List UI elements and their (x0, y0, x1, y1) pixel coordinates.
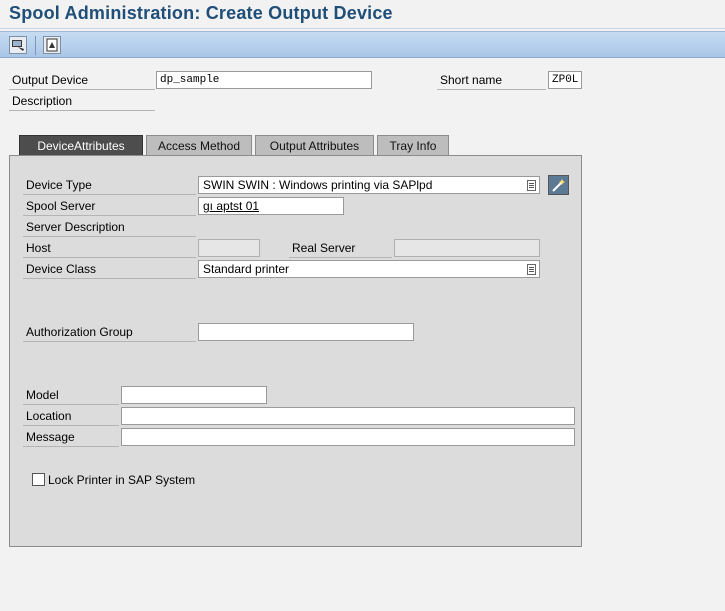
host-field (198, 239, 260, 257)
host-label: Host (23, 241, 196, 258)
real-server-field (394, 239, 540, 257)
page-title: Spool Administration: Create Output Devi… (9, 3, 393, 23)
tab-access-method[interactable]: Access Method (146, 135, 252, 156)
short-name-field[interactable]: ZP0L (548, 71, 582, 89)
tab-tray-info[interactable]: Tray Info (377, 135, 449, 156)
description-label: Description (9, 94, 155, 111)
tab-output-attributes[interactable]: Output Attributes (255, 135, 374, 156)
device-class-dropdown[interactable]: Standard printer (198, 260, 540, 278)
message-label: Message (23, 430, 119, 447)
model-field[interactable] (121, 386, 267, 404)
device-type-dropdown[interactable]: SWIN SWIN : Windows printing via SAPlpd (198, 176, 540, 194)
tab-device-attributes[interactable]: DeviceAttributes (19, 135, 143, 157)
toolbar-separator (35, 36, 36, 55)
display-change-button[interactable] (9, 36, 27, 54)
application-toolbar (0, 31, 725, 58)
device-class-label: Device Class (23, 262, 196, 279)
document-icon (46, 38, 58, 52)
device-class-value: Standard printer (203, 262, 290, 276)
location-field[interactable] (121, 407, 575, 425)
device-type-wizard-button[interactable] (548, 175, 569, 195)
output-device-field[interactable]: dp_sample (156, 71, 372, 89)
list-icon (527, 264, 536, 275)
display-change-icon (12, 40, 24, 51)
location-label: Location (23, 409, 119, 426)
list-icon (527, 180, 536, 191)
model-label: Model (23, 388, 119, 405)
device-type-value: SWIN SWIN : Windows printing via SAPlpd (203, 178, 433, 192)
lock-printer-checkbox[interactable] (32, 473, 45, 486)
document-button[interactable] (43, 36, 61, 54)
spool-server-label: Spool Server (23, 199, 196, 216)
title-divider (0, 28, 725, 29)
short-name-label: Short name (437, 73, 546, 90)
device-type-label: Device Type (23, 178, 196, 195)
spool-server-field[interactable]: gı aptst 01 (198, 197, 344, 215)
message-field[interactable] (121, 428, 575, 446)
real-server-label: Real Server (289, 241, 392, 258)
magic-wand-icon (552, 178, 565, 192)
lock-printer-label[interactable]: Lock Printer in SAP System (48, 473, 195, 487)
authorization-group-label: Authorization Group (23, 325, 196, 342)
authorization-group-field[interactable] (198, 323, 414, 341)
server-description-label: Server Description (23, 220, 196, 237)
output-device-label: Output Device (9, 73, 155, 90)
